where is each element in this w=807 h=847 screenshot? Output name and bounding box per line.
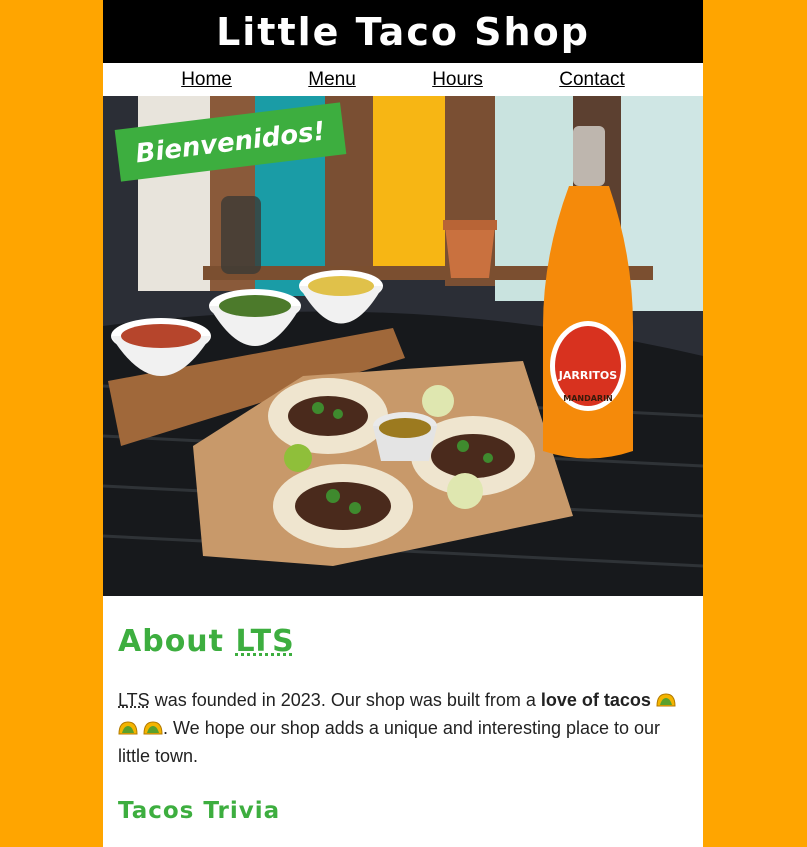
about-heading: About LTS [118, 624, 688, 659]
site-title: Little Taco Shop [216, 9, 590, 54]
about-heading-prefix: About [118, 624, 225, 659]
about-text-part1: was founded in 2023. Our shop was built … [149, 690, 541, 710]
site-header: Little Taco Shop [103, 0, 703, 63]
nav-contact-link[interactable]: Contact [559, 69, 624, 91]
page-container: Little Taco Shop Home Menu Hours Contact [103, 0, 703, 847]
main-content: About LTS LTS was founded in 2023. Our s… [103, 596, 703, 824]
trivia-heading: Tacos Trivia [118, 797, 281, 824]
taco-icon [143, 716, 163, 743]
love-of-tacos: love of tacos [540, 690, 651, 710]
about-paragraph: LTS was founded in 2023. Our shop was bu… [118, 687, 688, 770]
taco-icon [656, 688, 676, 715]
taco-icon [118, 716, 138, 743]
bottle-flavor-text: MANDARIN [563, 394, 613, 403]
about-text-part2: . We hope our shop adds a unique and int… [118, 717, 661, 766]
bottle-brand-text: JARRITOS [558, 369, 617, 382]
nav-hours-link[interactable]: Hours [432, 69, 483, 91]
nav-home-link[interactable]: Home [181, 69, 232, 91]
main-nav: Home Menu Hours Contact [103, 63, 703, 96]
nav-menu-link[interactable]: Menu [308, 69, 356, 91]
lts-abbr: LTS [118, 690, 150, 710]
hero-image: JARRITOS MANDARIN Bienvenidos! [103, 96, 703, 596]
about-heading-abbr: LTS [235, 624, 295, 659]
